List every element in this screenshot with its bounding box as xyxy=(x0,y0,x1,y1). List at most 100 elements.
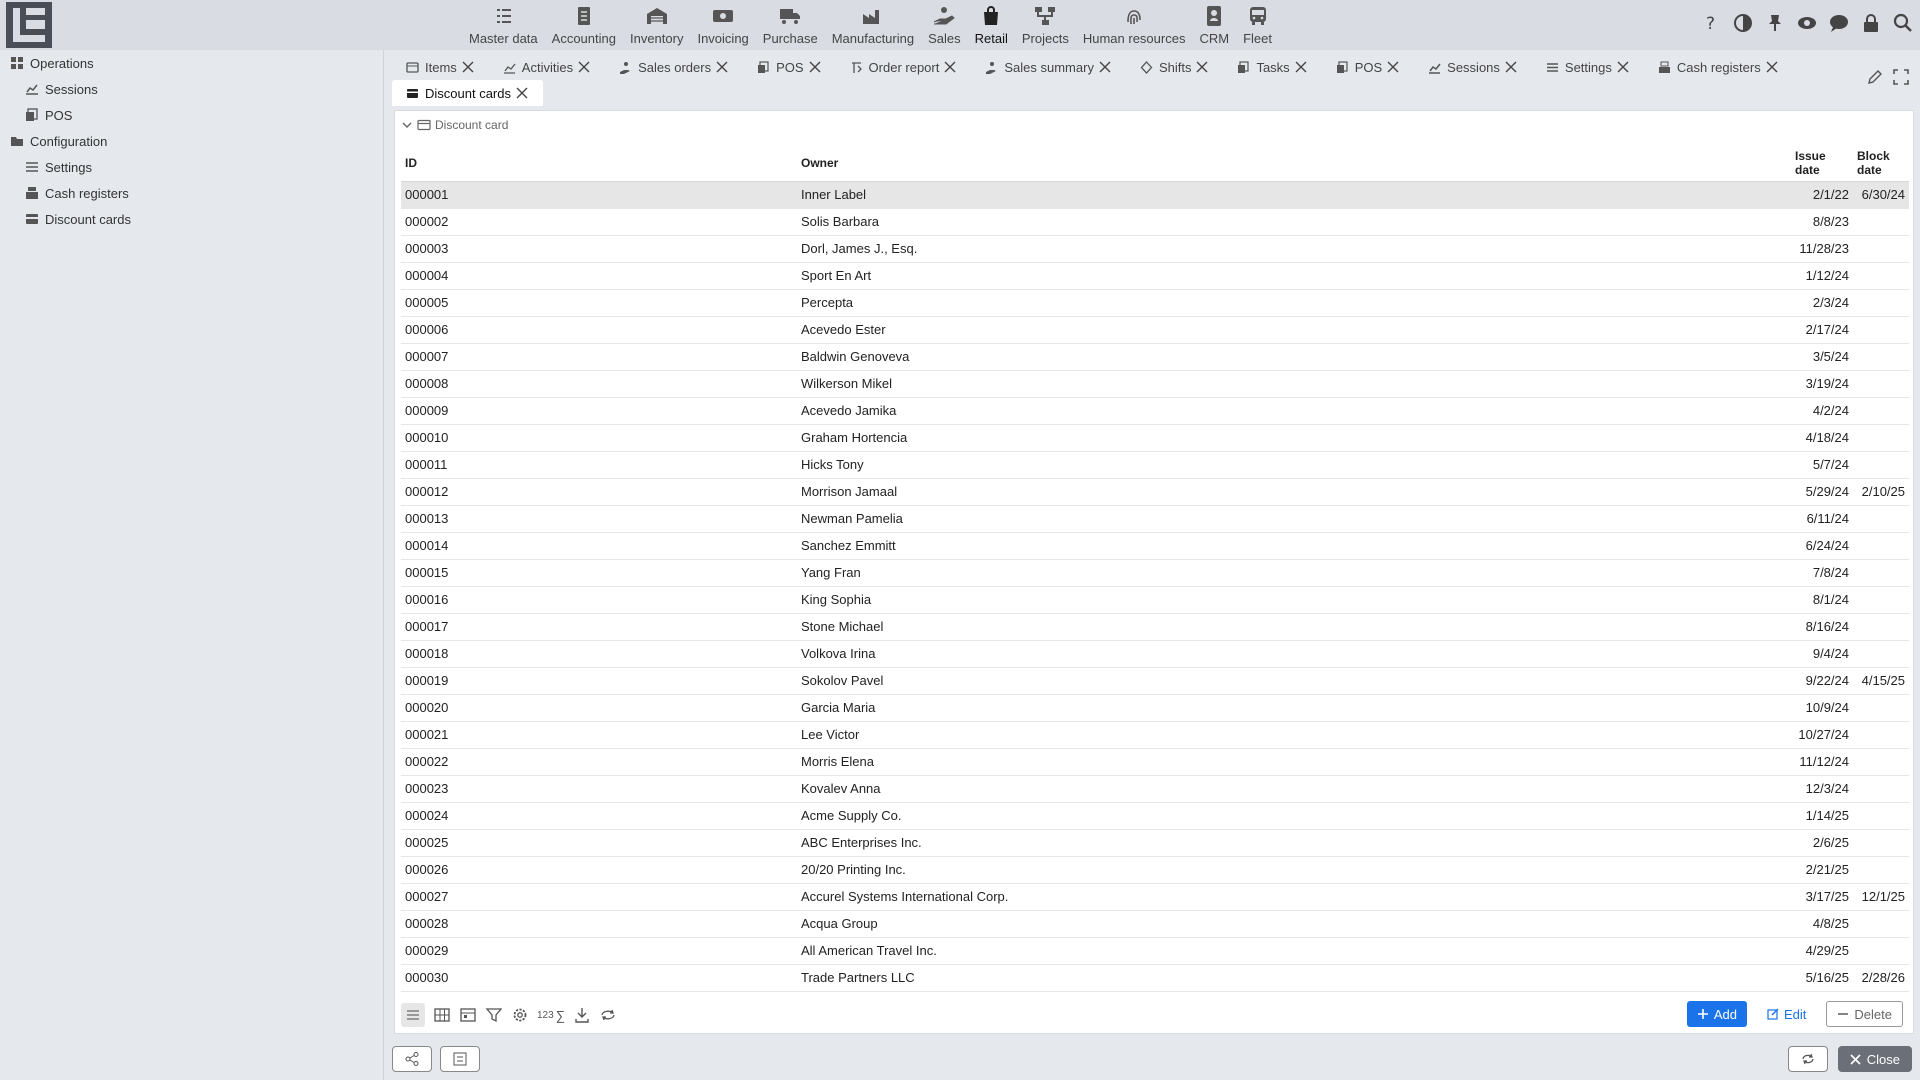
nav-item-master-data[interactable]: Master data xyxy=(462,0,545,50)
tab-sales-orders[interactable]: Sales orders xyxy=(605,54,743,80)
tab-close-icon[interactable] xyxy=(1294,60,1308,74)
contrast-icon[interactable] xyxy=(1732,12,1754,34)
table-row[interactable]: 000013 Newman Pamelia 6/11/24 xyxy=(401,505,1909,533)
nav-item-purchase[interactable]: Purchase xyxy=(756,0,825,50)
table-row[interactable]: 000012 Morrison Jamaal 5/29/24 2/10/25 xyxy=(401,478,1909,506)
table-row[interactable]: 000015 Yang Fran 7/8/24 xyxy=(401,559,1909,587)
lock-icon[interactable] xyxy=(1860,12,1882,34)
tab-close-icon[interactable] xyxy=(515,86,529,100)
download-icon[interactable] xyxy=(573,1003,591,1027)
nav-item-human-resources[interactable]: Human resources xyxy=(1076,0,1193,50)
tab-pos[interactable]: POS xyxy=(1322,54,1414,80)
tab-close-icon[interactable] xyxy=(461,60,475,74)
column-header-owner[interactable]: Owner xyxy=(797,145,1791,181)
nav-item-crm[interactable]: CRM xyxy=(1192,0,1236,50)
app-logo[interactable] xyxy=(6,2,52,48)
settings-icon[interactable] xyxy=(511,1003,529,1027)
table-row[interactable]: 000001 Inner Label 2/1/22 6/30/24 xyxy=(401,180,1909,209)
table-row[interactable]: 000006 Acevedo Ester 2/17/24 xyxy=(401,316,1909,344)
search-icon[interactable] xyxy=(1892,12,1914,34)
delete-button[interactable]: Delete xyxy=(1826,1001,1903,1027)
table-row[interactable]: 000027 Accurel Systems International Corp… xyxy=(401,883,1909,911)
table-row[interactable]: 000008 Wilkerson Mikel 3/19/24 xyxy=(401,370,1909,398)
tab-close-icon[interactable] xyxy=(943,60,957,74)
table-row[interactable]: 000023 Kovalev Anna 12/3/24 xyxy=(401,775,1909,803)
add-button[interactable]: Add xyxy=(1686,1001,1748,1027)
sidebar-group-configuration[interactable]: Configuration xyxy=(0,128,383,154)
tab-sales-summary[interactable]: Sales summary xyxy=(971,54,1126,80)
column-header-id[interactable]: ID xyxy=(401,145,797,181)
table-row[interactable]: 000005 Percepta 2/3/24 xyxy=(401,289,1909,317)
nav-item-invoicing[interactable]: Invoicing xyxy=(690,0,755,50)
nav-item-manufacturing[interactable]: Manufacturing xyxy=(825,0,921,50)
tab-close-icon[interactable] xyxy=(1616,60,1630,74)
fullscreen-icon[interactable] xyxy=(1892,68,1910,86)
panel-header[interactable]: Discount card xyxy=(401,118,508,132)
table-row[interactable]: 000018 Volkova Irina 9/4/24 xyxy=(401,640,1909,668)
nav-item-fleet[interactable]: Fleet xyxy=(1236,0,1279,50)
table-row[interactable]: 000024 Acme Supply Co. 1/14/25 xyxy=(401,802,1909,830)
list-view-icon[interactable] xyxy=(401,1003,425,1027)
table-row[interactable]: 000011 Hicks Tony 5/7/24 xyxy=(401,451,1909,479)
eye-icon[interactable] xyxy=(1796,12,1818,34)
column-header-block-date[interactable]: Block date xyxy=(1853,145,1909,181)
tab-pos[interactable]: POS xyxy=(743,54,835,80)
tab-close-icon[interactable] xyxy=(1098,60,1112,74)
table-row[interactable]: 000028 Acqua Group 4/8/25 xyxy=(401,910,1909,938)
tab-cash-registers[interactable]: Cash registers xyxy=(1644,54,1793,80)
table-row[interactable]: 000009 Acevedo Jamika 4/2/24 xyxy=(401,397,1909,425)
tab-settings[interactable]: Settings xyxy=(1532,54,1644,80)
table-row[interactable]: 000007 Baldwin Genoveva 3/5/24 xyxy=(401,343,1909,371)
table-row[interactable]: 000004 Sport En Art 1/12/24 xyxy=(401,262,1909,290)
sidebar-item-sessions[interactable]: Sessions xyxy=(0,76,383,102)
tab-sessions[interactable]: Sessions xyxy=(1414,54,1532,80)
count-icon[interactable]: 123 xyxy=(537,1003,554,1027)
sidebar-item-pos[interactable]: POS xyxy=(0,102,383,128)
filter-icon[interactable] xyxy=(485,1003,503,1027)
help-icon[interactable]: ? xyxy=(1700,12,1722,34)
nav-item-projects[interactable]: Projects xyxy=(1015,0,1076,50)
tab-discount-cards[interactable]: Discount cards xyxy=(392,80,543,106)
share-button[interactable] xyxy=(392,1046,432,1072)
filter-panel-button[interactable] xyxy=(440,1046,480,1072)
nav-item-inventory[interactable]: Inventory xyxy=(623,0,690,50)
pin-icon[interactable] xyxy=(1764,12,1786,34)
table-row[interactable]: 000029 All American Travel Inc. 4/29/25 xyxy=(401,937,1909,965)
table-row[interactable]: 000025 ABC Enterprises Inc. 2/6/25 xyxy=(401,829,1909,857)
tab-close-icon[interactable] xyxy=(1504,60,1518,74)
table-row[interactable]: 000021 Lee Victor 10/27/24 xyxy=(401,721,1909,749)
table-row[interactable]: 000017 Stone Michael 8/16/24 xyxy=(401,613,1909,641)
table-row[interactable]: 000016 King Sophia 8/1/24 xyxy=(401,586,1909,614)
nav-item-accounting[interactable]: Accounting xyxy=(545,0,623,50)
sidebar-item-cash-registers[interactable]: Cash registers xyxy=(0,180,383,206)
table-row[interactable]: 000014 Sanchez Emmitt 6/24/24 xyxy=(401,532,1909,560)
tab-order-report[interactable]: Order report xyxy=(836,54,972,80)
sidebar-item-discount-cards[interactable]: Discount cards xyxy=(0,206,383,232)
table-row[interactable]: 000010 Graham Hortencia 4/18/24 xyxy=(401,424,1909,452)
chat-icon[interactable] xyxy=(1828,12,1850,34)
table-row[interactable]: 000022 Morris Elena 11/12/24 xyxy=(401,748,1909,776)
column-header-issue-date[interactable]: Issue date xyxy=(1791,145,1853,181)
tab-close-icon[interactable] xyxy=(1765,60,1779,74)
tab-activities[interactable]: Activities xyxy=(489,54,605,80)
tab-items[interactable]: Items xyxy=(392,54,489,80)
pencil-icon[interactable] xyxy=(1866,68,1884,86)
sidebar-item-settings[interactable]: Settings xyxy=(0,154,383,180)
table-row[interactable]: 000030 Trade Partners LLC 5/16/25 2/28/26 xyxy=(401,964,1909,992)
table-row[interactable]: 000020 Garcia Maria 10/9/24 xyxy=(401,694,1909,722)
refresh-cycle-icon[interactable] xyxy=(599,1003,617,1027)
sum-icon[interactable]: ∑ xyxy=(556,1003,565,1027)
edit-button[interactable]: Edit xyxy=(1757,1001,1816,1027)
nav-item-sales[interactable]: Sales xyxy=(921,0,968,50)
calendar-view-icon[interactable] xyxy=(459,1003,477,1027)
tab-tasks[interactable]: Tasks xyxy=(1223,54,1321,80)
table-row[interactable]: 000002 Solis Barbara 8/8/23 xyxy=(401,208,1909,236)
tab-close-icon[interactable] xyxy=(1195,60,1209,74)
grid-view-icon[interactable] xyxy=(433,1003,451,1027)
tab-close-icon[interactable] xyxy=(715,60,729,74)
tab-close-icon[interactable] xyxy=(808,60,822,74)
table-row[interactable]: 000003 Dorl, James J., Esq. 11/28/23 xyxy=(401,235,1909,263)
tab-close-icon[interactable] xyxy=(1386,60,1400,74)
table-row[interactable]: 000019 Sokolov Pavel 9/22/24 4/15/25 xyxy=(401,667,1909,695)
nav-item-retail[interactable]: Retail xyxy=(968,0,1015,50)
